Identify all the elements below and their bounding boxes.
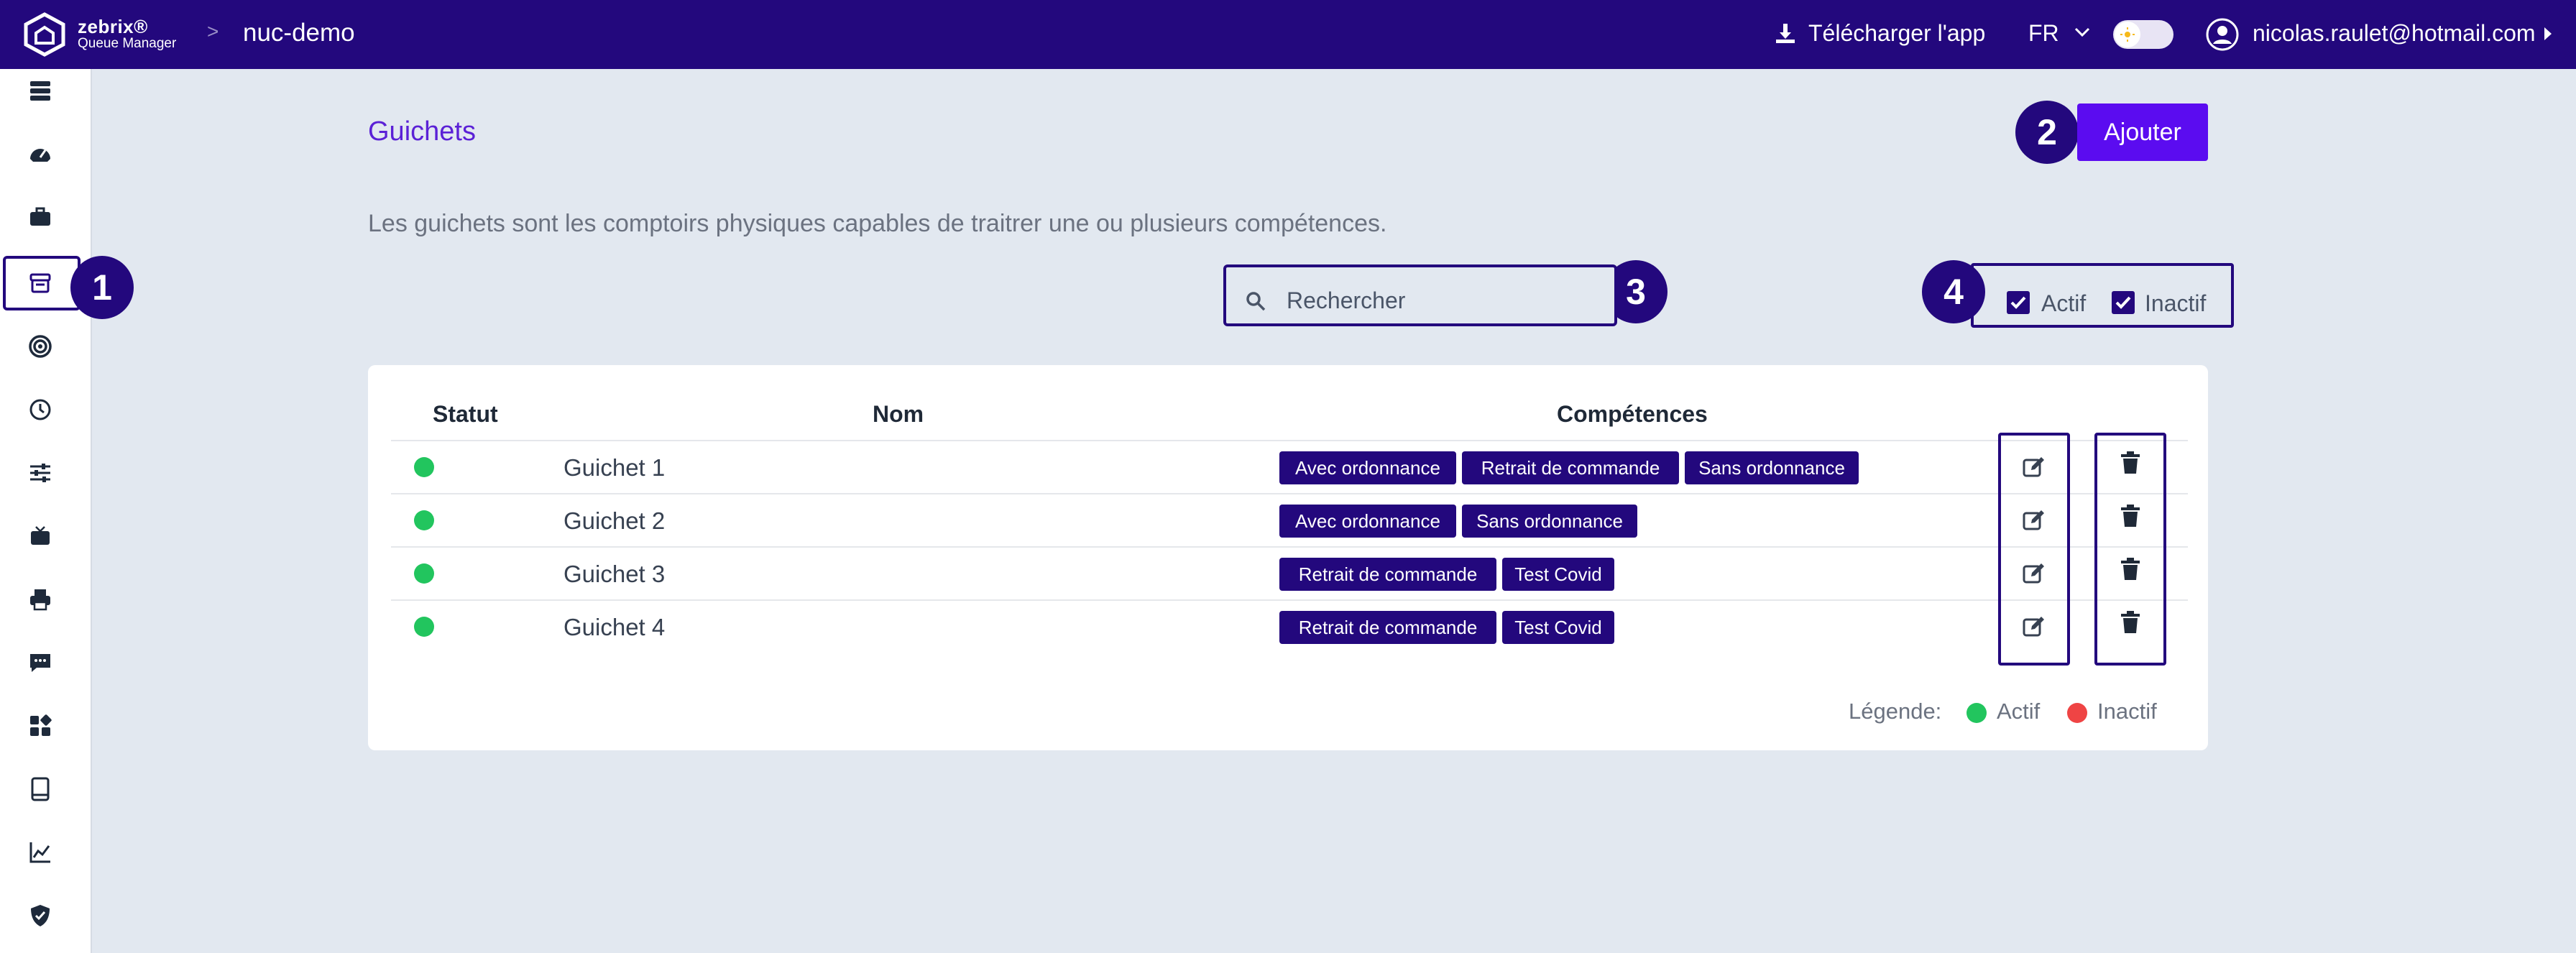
download-app-link[interactable]: Télécharger l'app [1808, 20, 1985, 47]
product-name: Queue Manager [78, 36, 177, 51]
sidebar-item-security[interactable] [17, 893, 63, 939]
legend-active-text: Actif [1997, 699, 2041, 724]
legend-inactive-dot [2067, 703, 2087, 723]
column-header-skills[interactable]: Compétences [1557, 401, 1708, 428]
skill-tag: Retrait de commande [1279, 611, 1496, 644]
counter-name: Guichet 3 [564, 561, 666, 587]
column-header-name[interactable]: Nom [873, 401, 924, 428]
filter-active-checkbox[interactable] [2007, 291, 2030, 314]
skill-tag: Test Covid [1502, 558, 1614, 591]
sidebar [0, 69, 92, 953]
edit-icon[interactable] [2021, 561, 2047, 586]
row-divider [391, 546, 2188, 548]
trash-icon[interactable] [2117, 450, 2143, 476]
sidebar-item-statistics[interactable] [17, 829, 63, 875]
counter-name: Guichet 1 [564, 454, 666, 481]
row-divider [391, 440, 2188, 441]
tablet-icon [31, 777, 50, 801]
sidebar-item-printers[interactable] [17, 576, 63, 622]
sidebar-item-services[interactable] [17, 194, 63, 240]
chevron-down-icon[interactable] [2073, 23, 2092, 42]
breadcrumb-separator: > [207, 20, 219, 42]
edit-icon[interactable] [2021, 454, 2047, 480]
download-icon[interactable] [1774, 22, 1797, 45]
briefcase-icon [30, 207, 50, 226]
user-avatar-icon[interactable] [2205, 17, 2240, 52]
top-bar: zebrix® Queue Manager > nuc-demo Télécha… [0, 0, 2576, 69]
sidebar-item-servers[interactable] [17, 68, 63, 114]
skill-tag: Retrait de commande [1279, 558, 1496, 591]
target-icon [29, 335, 52, 358]
page-description: Les guichets sont les comptoirs physique… [368, 210, 1387, 237]
skill-tag: Retrait de commande [1462, 451, 1679, 484]
server-icon [30, 81, 50, 101]
chart-icon [29, 842, 50, 863]
legend-inactive-text: Inactif [2097, 699, 2157, 724]
annotation-badge-1: 1 [70, 256, 134, 319]
trash-icon[interactable] [2117, 609, 2143, 635]
sidebar-item-widgets[interactable] [17, 703, 63, 749]
caret-right-icon[interactable] [2543, 26, 2553, 42]
shield-icon [31, 905, 50, 926]
skill-tag: Avec ordonnance [1279, 451, 1456, 484]
add-counter-button[interactable]: Ajouter [2077, 103, 2208, 161]
trash-icon[interactable] [2117, 503, 2143, 529]
row-divider [391, 493, 2188, 494]
clock-icon [29, 399, 51, 420]
edit-icon[interactable] [2021, 614, 2047, 640]
edit-icon[interactable] [2021, 507, 2047, 533]
skill-tag: Avec ordonnance [1279, 505, 1456, 538]
sidebar-item-messages[interactable] [17, 640, 63, 686]
user-email[interactable]: nicolas.raulet@hotmail.com [2253, 20, 2536, 47]
sliders-icon [30, 464, 50, 482]
tv-icon [31, 526, 50, 545]
status-active-dot [414, 617, 434, 637]
sidebar-active-highlight [3, 256, 80, 310]
dashboard-icon [30, 149, 50, 162]
sidebar-item-displays[interactable] [17, 513, 63, 559]
language-selector[interactable]: FR [2028, 20, 2059, 47]
skill-tag: Sans ordonnance [1685, 451, 1859, 484]
sidebar-item-schedule[interactable] [17, 387, 63, 433]
counter-name: Guichet 2 [564, 507, 666, 534]
legend-label: Légende: [1849, 699, 1942, 724]
zebrix-logo-icon[interactable] [22, 11, 68, 57]
sidebar-item-targets[interactable] [17, 323, 63, 369]
column-header-status[interactable]: Statut [433, 401, 498, 428]
skill-tag: Test Covid [1502, 611, 1614, 644]
widgets-icon [30, 714, 52, 736]
message-icon [30, 654, 50, 672]
brand-name: zebrix® [78, 16, 148, 37]
status-active-dot [414, 563, 434, 584]
printer-icon [30, 589, 50, 611]
search-icon [1246, 292, 1266, 311]
check-icon [2115, 296, 2131, 309]
legend-active-dot [1966, 703, 1987, 723]
status-active-dot [414, 457, 434, 477]
sidebar-item-settings[interactable] [17, 450, 63, 496]
workspace-name[interactable]: nuc-demo [243, 19, 355, 47]
annotation-badge-2: 2 [2015, 101, 2079, 164]
sidebar-item-kiosks[interactable] [17, 766, 63, 812]
check-icon [2010, 296, 2026, 309]
sidebar-item-dashboard[interactable] [17, 131, 63, 177]
sun-icon [2120, 27, 2135, 42]
page-title: Guichets [368, 116, 476, 147]
counter-name: Guichet 4 [564, 614, 666, 640]
filter-inactive-checkbox[interactable] [2112, 291, 2135, 314]
trash-icon[interactable] [2117, 556, 2143, 582]
skill-tag: Sans ordonnance [1462, 505, 1637, 538]
filter-inactive-label[interactable]: Inactif [2145, 290, 2206, 317]
status-active-dot [414, 510, 434, 530]
row-divider [391, 599, 2188, 601]
search-input[interactable] [1287, 285, 1588, 316]
filter-active-label[interactable]: Actif [2041, 290, 2086, 317]
